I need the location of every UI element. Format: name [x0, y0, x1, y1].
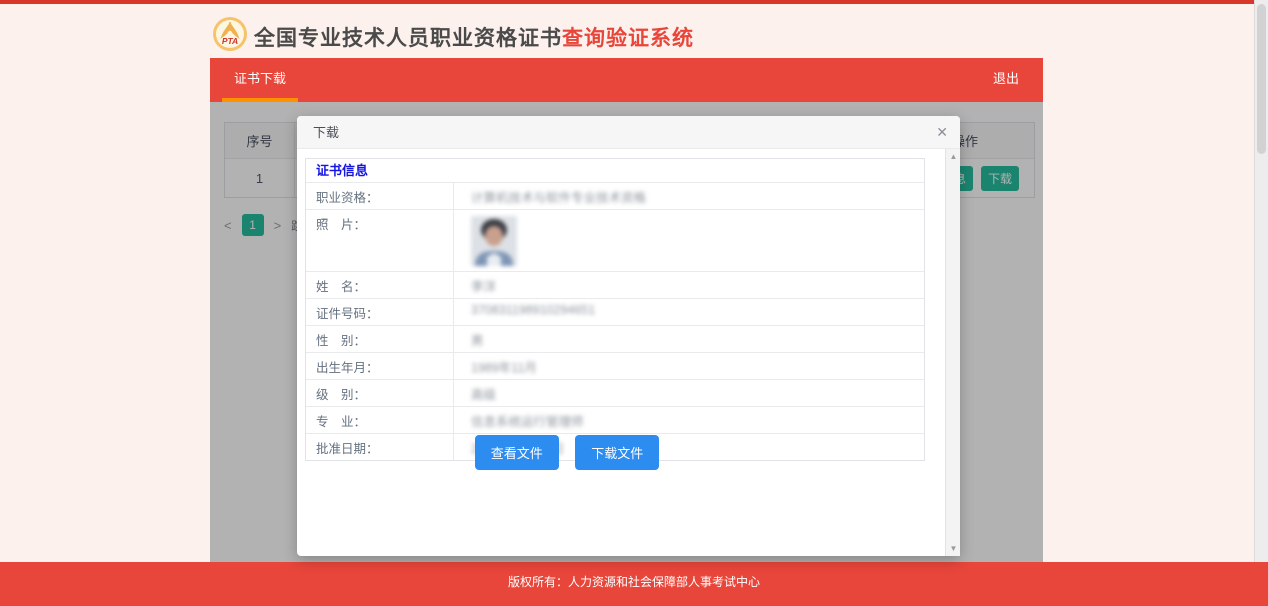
pta-logo-icon: PTA	[212, 16, 248, 52]
scroll-up-arrow[interactable]: ▲	[946, 152, 961, 161]
modal-body: ▲ ▼ 证书信息 职业资格： 计算机技术与软件专业技术资格 照 片：	[297, 149, 960, 556]
modal-scrollbar[interactable]: ▲ ▼	[945, 149, 960, 556]
field-value: 1989年11月	[454, 353, 924, 379]
portrait-photo	[471, 216, 517, 266]
close-icon[interactable]: ✕	[936, 116, 948, 149]
page-title: 全国专业技术人员职业资格证书查询验证系统	[254, 22, 694, 52]
field-value: 信息系统运行管理师	[454, 407, 924, 433]
field-value-photo	[454, 210, 924, 271]
field-value: 男	[454, 326, 924, 352]
field-label: 职业资格：	[306, 183, 454, 209]
field-value: 计算机技术与软件专业技术资格	[454, 183, 924, 209]
browser-scrollbar[interactable]	[1254, 0, 1268, 606]
field-value: 高级	[454, 380, 924, 406]
field-row-qualification: 职业资格： 计算机技术与软件专业技术资格	[306, 183, 924, 210]
modal-title: 下载	[313, 116, 339, 149]
download-file-button[interactable]: 下载文件	[575, 435, 659, 470]
nav-item-label: 证书下载	[234, 71, 286, 86]
field-label: 证件号码：	[306, 299, 454, 325]
modal-header: 下载 ✕	[297, 116, 960, 149]
page-footer: 版权所有：人力资源和社会保障部人事考试中心	[0, 562, 1268, 606]
cert-info-table: 证书信息 职业资格： 计算机技术与软件专业技术资格 照 片：	[305, 158, 925, 461]
copyright-text: 版权所有：人力资源和社会保障部人事考试中心	[0, 562, 1268, 602]
field-label: 照 片：	[306, 210, 454, 271]
page-header: PTA 全国专业技术人员职业资格证书查询验证系统	[210, 12, 1050, 58]
download-modal: 下载 ✕ ▲ ▼ 证书信息 职业资格： 计算机技术与软件专业技术资格 照 片：	[297, 116, 960, 556]
main-navbar: 证书下载 退出	[210, 58, 1043, 102]
field-label: 出生年月：	[306, 353, 454, 379]
field-row-id-number: 证件号码： 370831198910294651	[306, 299, 924, 326]
field-row-photo: 照 片：	[306, 210, 924, 272]
field-value: 李洋	[454, 272, 924, 298]
field-label: 姓 名：	[306, 272, 454, 298]
view-file-button[interactable]: 查看文件	[475, 435, 559, 470]
field-label: 专 业：	[306, 407, 454, 433]
title-accent: 查询验证系统	[562, 27, 694, 50]
field-label: 性 别：	[306, 326, 454, 352]
field-label: 级 别：	[306, 380, 454, 406]
field-row-birth: 出生年月： 1989年11月	[306, 353, 924, 380]
field-row-gender: 性 别： 男	[306, 326, 924, 353]
title-main: 全国专业技术人员职业资格证书	[254, 27, 562, 50]
field-value: 370831198910294651	[454, 299, 924, 325]
scrollbar-thumb[interactable]	[1257, 4, 1266, 154]
top-accent-strip	[0, 0, 1254, 4]
field-row-name: 姓 名： 李洋	[306, 272, 924, 299]
scroll-down-arrow[interactable]: ▼	[946, 544, 961, 553]
logout-button[interactable]: 退出	[983, 58, 1029, 102]
field-row-level: 级 别： 高级	[306, 380, 924, 407]
svg-text:PTA: PTA	[222, 36, 238, 46]
section-title: 证书信息	[306, 159, 924, 183]
field-row-major: 专 业： 信息系统运行管理师	[306, 407, 924, 434]
nav-item-cert-download[interactable]: 证书下载	[222, 58, 298, 102]
modal-button-row: 查看文件 下载文件	[257, 435, 877, 470]
